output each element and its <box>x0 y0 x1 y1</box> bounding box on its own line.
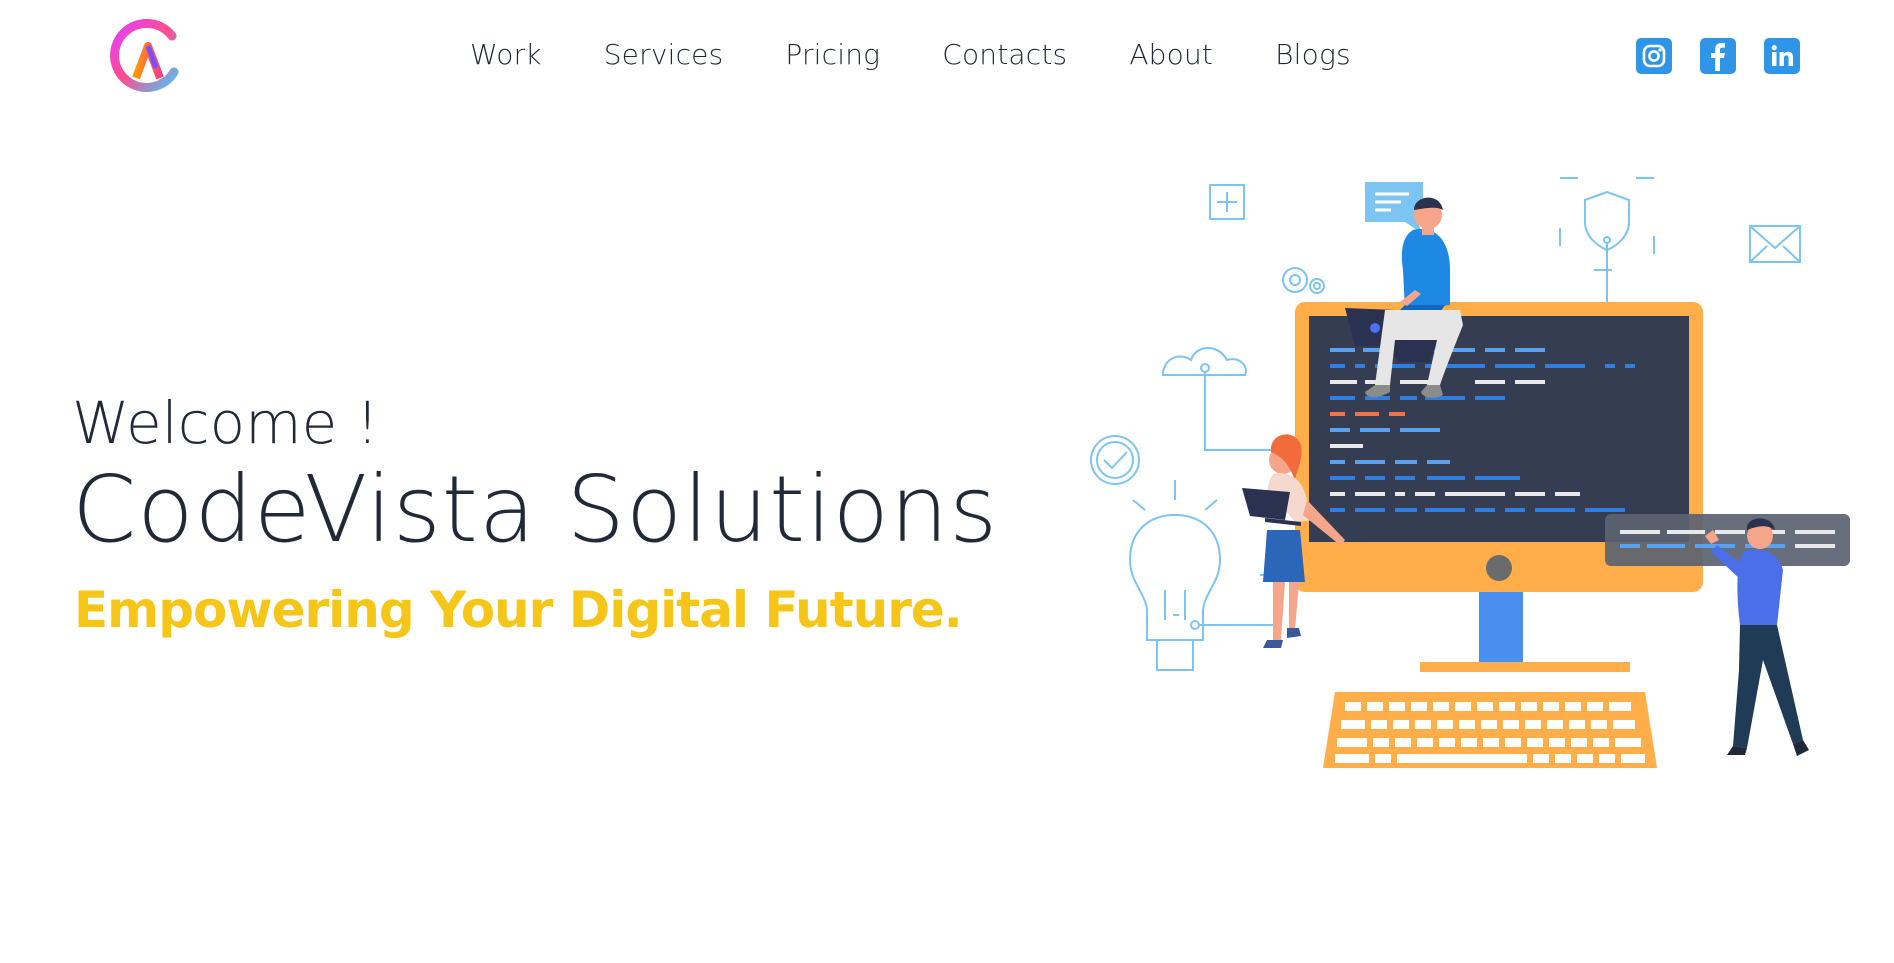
ca-monogram-logo-icon[interactable] <box>108 16 188 96</box>
instagram-icon[interactable] <box>1636 38 1672 74</box>
tagline: Empowering Your Digital Future. <box>74 581 963 639</box>
linkedin-icon[interactable] <box>1764 38 1800 74</box>
nav-pricing[interactable]: Pricing <box>785 38 880 71</box>
company-name: CodeVista Solutions <box>72 456 999 563</box>
nav-about[interactable]: About <box>1129 38 1213 71</box>
social-links <box>1636 38 1800 74</box>
developers-at-computer-illustration <box>1090 177 1850 768</box>
nav-contacts[interactable]: Contacts <box>942 38 1067 71</box>
nav-blogs[interactable]: Blogs <box>1275 38 1351 71</box>
main-nav: Work Services Pricing Contacts About Blo… <box>470 38 1351 71</box>
welcome-text: Welcome ! <box>72 389 379 457</box>
facebook-icon[interactable] <box>1700 38 1736 74</box>
hero-section: Welcome ! CodeVista Solutions Empowering… <box>72 388 998 640</box>
nav-services[interactable]: Services <box>604 38 724 71</box>
nav-work[interactable]: Work <box>470 38 542 71</box>
